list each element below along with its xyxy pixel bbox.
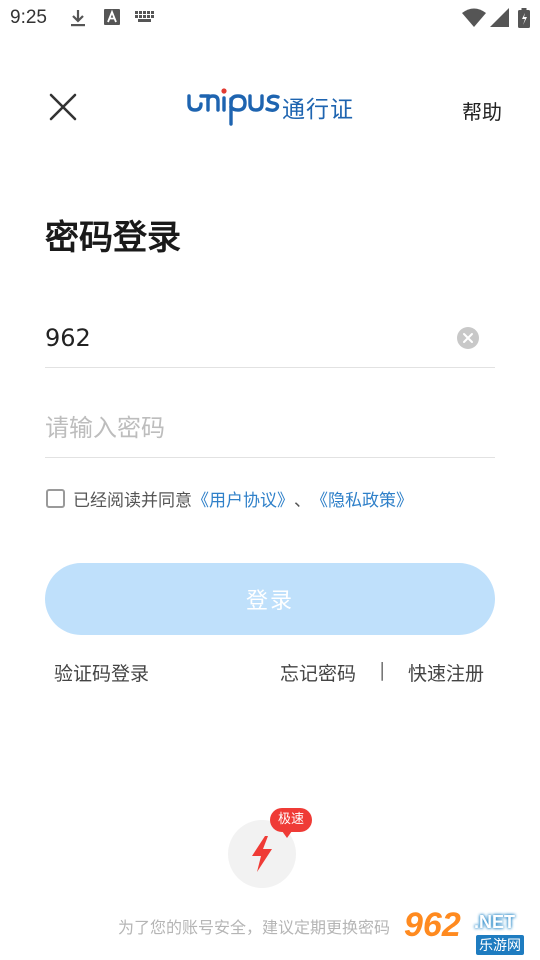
close-icon (49, 93, 77, 121)
watermark: 962 .NET 乐游网 (402, 906, 536, 956)
watermark-site: 乐游网 (476, 935, 524, 955)
quick-register-link[interactable]: 快速注册 (408, 659, 484, 686)
help-button[interactable]: 帮助 (462, 96, 502, 125)
unipus-logo-mark (187, 88, 280, 126)
agreement-separator: 、 (294, 490, 311, 511)
clear-input-button[interactable] (457, 327, 479, 349)
link-divider: | (379, 659, 386, 681)
status-bar: 9:25 (0, 0, 540, 36)
page-title: 密码登录 (45, 218, 181, 258)
brand-name: 通行证 (282, 97, 354, 123)
font-a-icon (104, 8, 120, 30)
password-field-container (45, 398, 495, 458)
agreement-row: 已经阅读并同意 《用户协议》 、 《隐私政策》 (46, 486, 413, 511)
watermark-net: .NET (474, 912, 516, 932)
close-button[interactable] (44, 88, 82, 126)
account-input[interactable] (45, 308, 495, 367)
quick-login-badge: 极速 (270, 808, 313, 838)
sms-login-link[interactable]: 验证码登录 (54, 659, 149, 686)
account-field-container (45, 308, 495, 368)
wifi-icon (462, 8, 486, 32)
password-input[interactable] (45, 398, 495, 457)
user-agreement-link[interactable]: 《用户协议》 (192, 486, 294, 511)
security-tip: 为了您的账号安全，建议定期更换密码 (118, 918, 391, 937)
status-time: 9:25 (10, 7, 47, 28)
battery-icon (518, 8, 530, 32)
clear-icon (463, 333, 473, 343)
forgot-password-link[interactable]: 忘记密码 (280, 659, 356, 686)
lightning-icon (252, 836, 272, 872)
watermark-number: 962 (404, 906, 461, 944)
agreement-prefix: 已经阅读并同意 (73, 490, 192, 511)
agreement-checkbox[interactable] (46, 488, 65, 508)
download-icon (70, 8, 86, 32)
privacy-policy-link[interactable]: 《隐私政策》 (311, 486, 413, 511)
login-button[interactable]: 登录 (45, 563, 495, 635)
unipus-logo: 通行证 (186, 86, 356, 128)
keyboard-icon (134, 8, 156, 30)
cell-signal-icon (490, 8, 510, 32)
